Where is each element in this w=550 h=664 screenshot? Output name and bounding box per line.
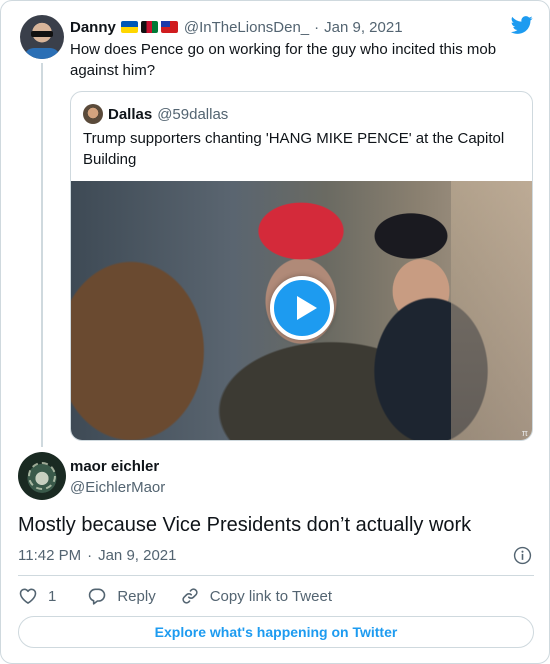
quoted-tweet-card[interactable]: Dallas @59dallas Trump supporters chanti…: [70, 91, 533, 441]
parent-avatar[interactable]: [20, 15, 64, 59]
tweet-date: Jan 9, 2021: [98, 546, 177, 564]
copy-link-label: Copy link to Tweet: [209, 587, 332, 605]
tweet-timestamp[interactable]: 11:42 PM · Jan 9, 2021: [18, 545, 177, 565]
main-tweet-text: Mostly because Vice Presidents don’t act…: [18, 514, 472, 536]
quoted-author-name: Dallas: [108, 105, 153, 123]
explore-twitter-button[interactable]: Explore what's happening on Twitter: [18, 616, 534, 648]
main-author-name[interactable]: maor eichler: [70, 458, 159, 475]
quoted-author-handle: @59dallas: [157, 105, 229, 123]
quoted-avatar: [83, 104, 103, 124]
reply-icon: [89, 588, 106, 605]
avatar-graphic: [28, 462, 56, 490]
copy-link-button[interactable]: Copy link to Tweet: [180, 586, 332, 606]
tweet-actions: 1 Reply Copy link to Tweet: [18, 585, 332, 607]
actions-divider: [18, 575, 534, 576]
flag-taiwan-icon: [160, 21, 178, 33]
quoted-tweet-text: Trump supporters chanting 'HANG MIKE PEN…: [83, 130, 505, 168]
twitter-bird-icon[interactable]: [509, 14, 535, 36]
avatar-glasses: [31, 31, 53, 37]
play-icon[interactable]: [270, 276, 334, 340]
video-background-detail: [451, 181, 532, 440]
main-author-handle[interactable]: @EichlerMaor: [70, 479, 165, 496]
reply-button[interactable]: Reply: [87, 586, 156, 606]
thread-connector-line: [41, 63, 43, 447]
link-icon: [182, 588, 198, 604]
parent-tweet-header: Danny @InTheLionsDen_ · Jan 9, 2021: [70, 17, 403, 37]
name-flags: [120, 21, 178, 33]
flag-ukraine-icon: [120, 21, 138, 33]
video-thumbnail[interactable]: π: [71, 181, 532, 440]
parent-tweet-text: How does Pence go on working for the guy…: [70, 41, 497, 79]
video-watermark: π: [521, 428, 528, 438]
info-icon[interactable]: [513, 546, 532, 565]
like-count: 1: [48, 587, 57, 605]
parent-author-name[interactable]: Danny: [70, 19, 116, 36]
timestamp-separator: ·: [87, 546, 93, 564]
quoted-tweet-header: Dallas @59dallas: [108, 104, 228, 124]
parent-author-handle[interactable]: @InTheLionsDen_: [184, 19, 309, 36]
header-separator: ·: [314, 18, 320, 36]
embedded-tweet-card: Danny @InTheLionsDen_ · Jan 9, 2021 How …: [0, 0, 550, 664]
tweet-time: 11:42 PM: [18, 546, 82, 564]
parent-tweet-date[interactable]: Jan 9, 2021: [324, 19, 402, 36]
main-avatar[interactable]: [18, 452, 66, 500]
flag-afghanistan-icon: [140, 21, 158, 33]
heart-icon: [19, 588, 37, 604]
reply-label: Reply: [117, 587, 156, 605]
like-button[interactable]: 1: [18, 586, 56, 606]
avatar-shirt: [24, 48, 60, 59]
